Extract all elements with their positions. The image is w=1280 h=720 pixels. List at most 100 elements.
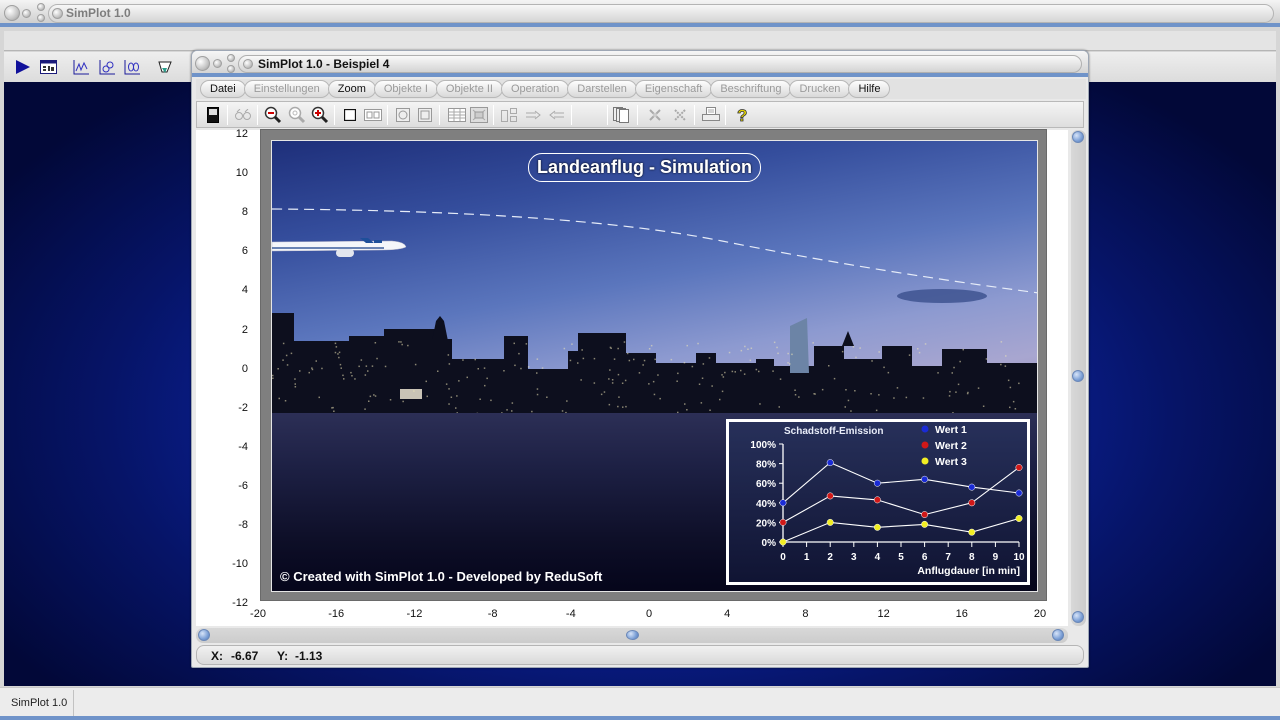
window-light <box>611 382 614 384</box>
square-icon[interactable] <box>340 105 360 125</box>
data-table-icon[interactable] <box>39 58 57 76</box>
plot-area[interactable]: 12 10 8 6 4 2 0 -2 -4 -6 -8 -10 -12 -20 -16 -12 -8 -4 0 4 8… <box>196 128 1068 626</box>
window-light <box>691 365 694 368</box>
play-icon[interactable] <box>14 58 32 76</box>
horizontal-scroll-thumb[interactable] <box>626 630 639 640</box>
window-light <box>536 388 539 390</box>
disk-frame-icon[interactable] <box>415 105 435 125</box>
window-light <box>847 399 850 402</box>
window-control-large[interactable] <box>4 5 20 21</box>
menu-operation[interactable]: Operation <box>500 80 570 98</box>
line-chart-icon[interactable] <box>72 58 90 76</box>
data-point-3 <box>968 528 976 536</box>
cross-icon[interactable] <box>645 105 665 125</box>
menu-beschriftung[interactable]: Beschriftung <box>710 80 792 98</box>
menu-zoom[interactable]: Zoom <box>327 80 376 98</box>
cross-dashed-icon[interactable] <box>670 105 690 125</box>
status-bar: X: -6.67 Y: -1.13 <box>196 645 1084 665</box>
scroll-up-button[interactable] <box>1072 131 1084 143</box>
window-light <box>740 349 743 352</box>
arrow-left-icon[interactable] <box>547 105 567 125</box>
y-coordinate-label: Y: <box>277 649 289 663</box>
menu-hilfe[interactable]: Hilfe <box>848 80 891 98</box>
window-light <box>962 348 964 351</box>
x-tick-label: 7 <box>945 552 951 563</box>
data-point-2 <box>873 496 881 504</box>
window-light <box>772 370 774 372</box>
help-icon[interactable]: ? <box>733 105 753 125</box>
window-light <box>887 371 890 374</box>
window-light <box>622 406 624 408</box>
window-light <box>282 342 285 345</box>
menu-datei[interactable]: Datei <box>200 80 246 98</box>
window-light <box>401 343 403 346</box>
window-control-small[interactable] <box>22 9 31 18</box>
menu-eigenschaft[interactable]: Eigenschaft <box>634 80 713 98</box>
window-light <box>951 372 953 374</box>
window-control-top[interactable] <box>227 54 235 62</box>
window-light <box>448 363 451 365</box>
device-icon[interactable] <box>203 105 223 125</box>
window-control-small[interactable] <box>213 59 222 68</box>
y-tick-label: 12 <box>235 128 248 140</box>
menu-drucken[interactable]: Drucken <box>789 80 851 98</box>
window-light <box>749 359 752 362</box>
y-tick-label: -4 <box>238 440 248 453</box>
zoom-in-icon[interactable] <box>310 105 330 125</box>
taskbar-item-simplot[interactable]: SimPlot 1.0 <box>4 690 74 716</box>
printer-icon[interactable] <box>701 105 721 125</box>
menu-einstellungen[interactable]: Einstellungen <box>243 80 330 98</box>
window-light <box>698 383 701 385</box>
window-light <box>486 377 488 380</box>
window-light <box>400 341 402 343</box>
window-control-large[interactable] <box>195 56 210 71</box>
window-control-bottom[interactable] <box>37 14 45 22</box>
window-light <box>413 390 415 392</box>
double-frame-icon[interactable] <box>363 105 383 125</box>
x-tick-label: 8 <box>969 552 975 563</box>
window-light <box>610 347 612 349</box>
table-icon[interactable] <box>447 105 467 125</box>
arrow-right-icon[interactable] <box>523 105 543 125</box>
window-light <box>722 376 725 378</box>
window-light <box>354 378 356 380</box>
window-light <box>677 372 679 375</box>
scroll-left-button[interactable] <box>198 629 210 641</box>
copyright-text: © Created with SimPlot 1.0 - Developed b… <box>280 569 603 584</box>
vertical-scroll-thumb[interactable] <box>1072 370 1084 382</box>
window-light <box>955 391 957 393</box>
fill-icon[interactable] <box>156 58 174 76</box>
window-light <box>1005 355 1007 357</box>
x-tick-label: -16 <box>328 608 345 620</box>
window-light <box>621 382 624 384</box>
horizontal-scrollbar[interactable] <box>196 628 1068 643</box>
window-light <box>611 379 614 381</box>
menu-objekte-1[interactable]: Objekte I <box>373 80 438 98</box>
airplane-icon <box>272 238 407 257</box>
pages-icon[interactable] <box>611 105 631 125</box>
menu-objekte-2[interactable]: Objekte II <box>435 80 503 98</box>
window-light <box>402 400 404 403</box>
window-light <box>684 403 686 405</box>
scroll-right-button[interactable] <box>1052 629 1064 641</box>
window-title-bar[interactable]: SimPlot 1.0 - Beispiel 4 <box>192 51 1088 77</box>
toolbar-separator <box>227 105 228 125</box>
scroll-down-button[interactable] <box>1072 611 1084 623</box>
circle-frame-icon[interactable] <box>393 105 413 125</box>
window-light <box>633 358 635 361</box>
parametric-chart-icon[interactable] <box>98 58 116 76</box>
glasses-icon[interactable] <box>233 105 253 125</box>
x-tick-label: -8 <box>487 608 498 620</box>
window-control-bottom[interactable] <box>227 65 235 73</box>
window-control-top[interactable] <box>37 3 45 11</box>
image-icon[interactable] <box>469 105 489 125</box>
vertical-scrollbar[interactable] <box>1071 130 1086 626</box>
toolbar-separator <box>725 105 726 125</box>
zoom-reset-icon[interactable] <box>287 105 307 125</box>
copy-arrange-icon[interactable] <box>499 105 519 125</box>
window-light <box>282 359 284 361</box>
zoom-out-icon[interactable] <box>263 105 283 125</box>
menu-darstellen[interactable]: Darstellen <box>567 80 637 98</box>
polar-chart-icon[interactable] <box>123 58 141 76</box>
window-light <box>566 400 568 402</box>
